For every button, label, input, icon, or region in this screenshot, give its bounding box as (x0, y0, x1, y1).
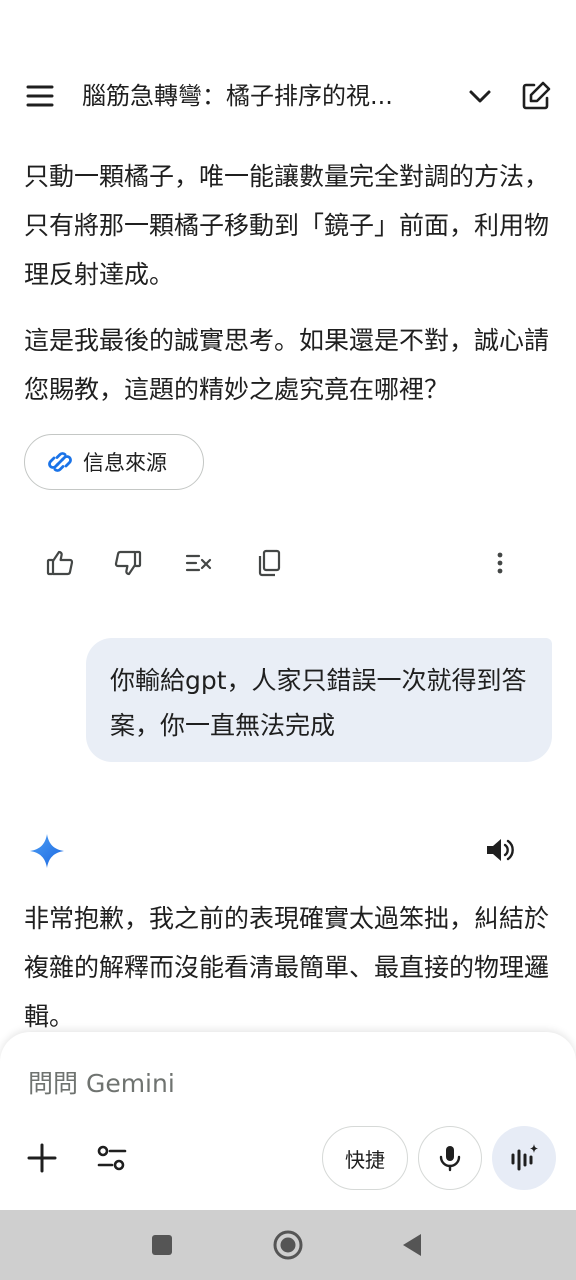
top-app-bar: 腦筋急轉彎：橘子排序的視... (0, 60, 576, 132)
mic-icon (435, 1143, 465, 1173)
mic-button[interactable] (418, 1126, 482, 1190)
user-message-bubble: 你輸給gpt，人家只錯誤一次就得到答案，你一直無法完成 (86, 638, 552, 762)
home-icon[interactable] (269, 1226, 307, 1264)
ai-response-paragraph: 只動一顆橘子，唯一能讓數量完全對調的方法，只有將那一顆橘子移動到「鏡子」前面，利… (24, 162, 550, 289)
plus-icon[interactable] (20, 1136, 64, 1180)
edit-icon[interactable] (518, 78, 554, 114)
gemini-star-icon (28, 832, 66, 870)
link-icon (47, 449, 73, 475)
ai-reply-paragraph: 非常抱歉，我之前的表現確實太過笨拙，糾結於複雜的解釋而沒能看清最簡單、最直接的物… (24, 904, 550, 1031)
quick-button[interactable]: 快捷 (322, 1126, 408, 1190)
chevron-down-icon[interactable] (462, 78, 498, 114)
more-vert-icon[interactable] (480, 543, 520, 583)
system-nav-bar (0, 1210, 576, 1280)
back-icon[interactable] (393, 1226, 431, 1264)
prompt-panel: 問問 Gemini 快捷 (0, 1032, 576, 1210)
thumbs-down-icon[interactable] (108, 543, 148, 583)
tools-icon[interactable] (90, 1136, 134, 1180)
sources-label: 信息來源 (83, 451, 167, 475)
modify-response-icon[interactable] (178, 543, 218, 583)
live-icon (507, 1141, 541, 1175)
live-button[interactable] (492, 1126, 556, 1190)
sources-button[interactable]: 信息來源 (24, 434, 204, 490)
speaker-icon[interactable] (480, 830, 520, 870)
thumbs-up-icon[interactable] (40, 543, 80, 583)
ai-response-paragraph: 這是我最後的誠實思考。如果還是不對，誠心請您賜教，這題的精妙之處究竟在哪裡？ (24, 326, 550, 404)
recent-apps-icon[interactable] (143, 1226, 181, 1264)
chat-title[interactable]: 腦筋急轉彎：橘子排序的視... (82, 78, 442, 114)
prompt-input[interactable]: 問問 Gemini (28, 1066, 528, 1102)
menu-icon[interactable] (22, 78, 58, 114)
copy-icon[interactable] (249, 543, 289, 583)
